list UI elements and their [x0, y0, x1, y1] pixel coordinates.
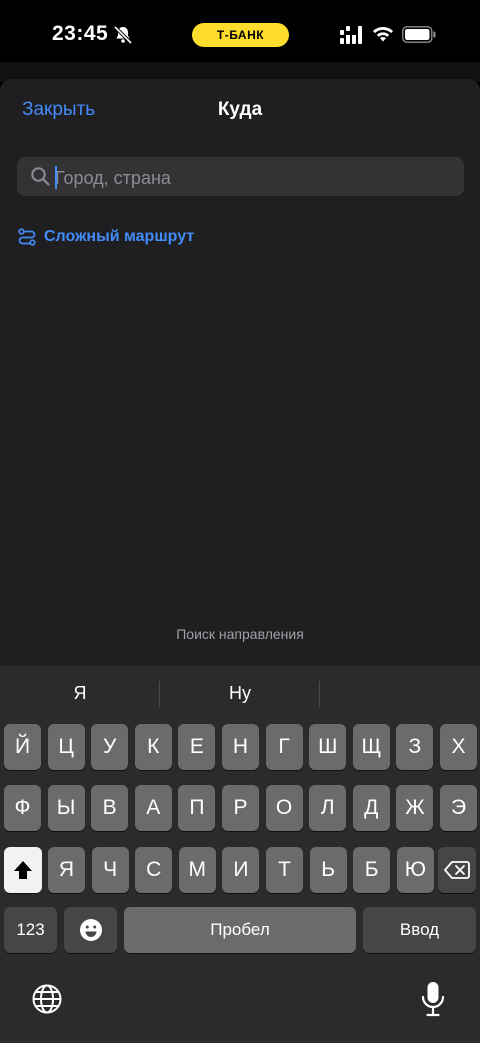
wifi-icon: [373, 27, 393, 42]
suggestion-3[interactable]: [320, 683, 480, 705]
key-row2-8[interactable]: Л: [309, 785, 347, 831]
search-placeholder: Город, страна: [55, 168, 171, 188]
key-row1-10[interactable]: З: [396, 724, 434, 770]
shift-key[interactable]: [4, 847, 42, 893]
numbers-key[interactable]: 123: [4, 907, 57, 953]
key-row3-1[interactable]: Я: [48, 847, 85, 893]
key-row3-9[interactable]: Ю: [396, 847, 434, 893]
sheet-title: Куда: [217, 99, 263, 120]
key-row2-9[interactable]: Д: [352, 785, 390, 831]
key-row1-3[interactable]: У: [91, 724, 129, 770]
key-row1-1[interactable]: Й: [4, 724, 41, 770]
key-row3-3[interactable]: С: [135, 847, 173, 893]
globe-icon[interactable]: [31, 983, 63, 1015]
key-row2-4[interactable]: А: [134, 785, 172, 831]
battery-icon: [402, 26, 436, 43]
key-row3-4[interactable]: М: [178, 847, 216, 893]
key-row1-8[interactable]: Ш: [309, 724, 347, 770]
emoji-icon: [79, 919, 102, 941]
key-row1-11[interactable]: Х: [440, 724, 477, 770]
signal-icon: [340, 26, 362, 44]
key-row2-5[interactable]: П: [178, 785, 216, 831]
text-cursor: [55, 166, 57, 189]
key-row1-5[interactable]: Е: [178, 724, 216, 770]
search-hint: Поиск направления: [176, 626, 304, 642]
backspace-icon: [444, 861, 470, 879]
search-icon: [31, 167, 50, 186]
emoji-key[interactable]: [64, 907, 117, 953]
route-icon: [18, 228, 36, 246]
space-key[interactable]: Пробел: [124, 907, 356, 953]
key-row1-2[interactable]: Ц: [47, 724, 85, 770]
key-row1-7[interactable]: Г: [265, 724, 303, 770]
bank-pill[interactable]: Т-БАНК: [192, 23, 289, 47]
key-row2-11[interactable]: Э: [440, 785, 477, 831]
key-row2-3[interactable]: В: [91, 785, 129, 831]
key-row3-7[interactable]: Ь: [309, 847, 347, 893]
bell-muted-icon: [113, 25, 133, 45]
key-row2-7[interactable]: О: [265, 785, 303, 831]
key-row2-2[interactable]: Ы: [47, 785, 85, 831]
complex-route-link[interactable]: Сложный маршрут: [44, 228, 194, 246]
key-row3-6[interactable]: Т: [266, 847, 303, 893]
suggestion-2[interactable]: Ну: [160, 683, 320, 705]
shift-arrow-icon: [14, 861, 32, 879]
key-row2-6[interactable]: Р: [222, 785, 259, 831]
key-row1-4[interactable]: К: [134, 724, 172, 770]
key-row1-6[interactable]: Н: [222, 724, 259, 770]
key-row3-8[interactable]: Б: [353, 847, 391, 893]
suggestion-1[interactable]: Я: [0, 683, 160, 705]
key-row3-2[interactable]: Ч: [91, 847, 129, 893]
key-row2-1[interactable]: Ф: [4, 785, 41, 831]
status-time: 23:45: [52, 22, 109, 45]
key-row2-10[interactable]: Ж: [396, 785, 434, 831]
enter-key[interactable]: Ввод: [363, 907, 476, 953]
backspace-key[interactable]: [438, 847, 476, 893]
key-row1-9[interactable]: Щ: [352, 724, 390, 770]
microphone-icon[interactable]: [420, 981, 446, 1017]
key-row3-5[interactable]: И: [222, 847, 260, 893]
